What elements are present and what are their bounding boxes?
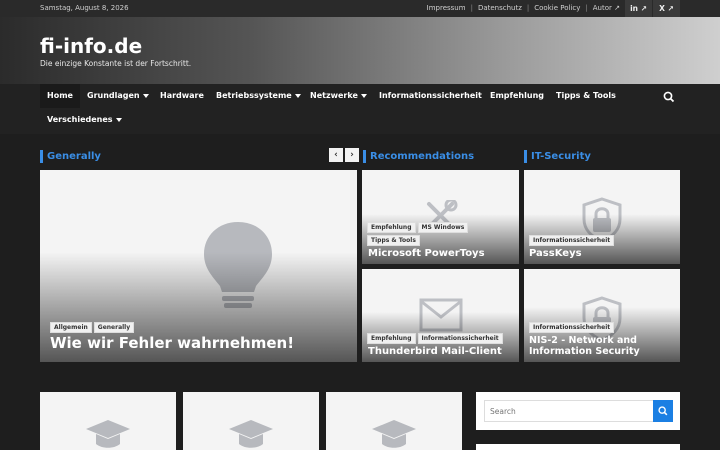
category-tag[interactable]: Informationssicherheit: [529, 322, 615, 333]
x-button[interactable]: X ↗: [652, 0, 680, 17]
linkedin-button[interactable]: in ↗: [624, 0, 652, 17]
post-tags: Empfehlung Informationssicherheit: [367, 333, 503, 344]
datenschutz-link[interactable]: Datenschutz: [478, 4, 522, 12]
caret-down-icon: [360, 93, 367, 98]
post-tags: Informationssicherheit: [529, 235, 615, 246]
category-tag[interactable]: Empfehlung: [367, 333, 416, 344]
social-links: in ↗ X ↗: [624, 0, 680, 17]
featured-post-tags: Allgemein Generally: [50, 322, 135, 333]
section-heading-generally: Generally: [40, 150, 101, 163]
impressum-link[interactable]: Impressum: [427, 4, 466, 12]
x-icon: X: [659, 4, 665, 13]
nav-verschiedenes[interactable]: Verschiedenes: [40, 108, 129, 132]
post-card[interactable]: [40, 392, 176, 450]
section-heading-it-security: IT-Security: [524, 150, 591, 163]
external-link-icon: ↗: [614, 4, 620, 12]
nav-netzwerke[interactable]: Netzwerke: [303, 84, 374, 108]
graduation-cap-icon: [86, 420, 130, 448]
chevron-right-icon[interactable]: ›: [345, 148, 359, 162]
post-title[interactable]: Microsoft PowerToys: [368, 248, 485, 259]
site-title[interactable]: fi-info.de: [40, 34, 142, 58]
top-links: Impressum | Datenschutz | Cookie Policy …: [426, 4, 620, 12]
post-tags: Informationssicherheit: [529, 322, 615, 333]
graduation-cap-icon: [229, 420, 273, 448]
main-navigation: Home Grundlagen Hardware Betriebssysteme…: [0, 84, 720, 134]
post-card-thunderbird[interactable]: Empfehlung Informationssicherheit Thunde…: [362, 269, 519, 362]
slider-controls: ‹ ›: [329, 148, 359, 162]
category-tag[interactable]: Allgemein: [50, 322, 92, 333]
graduation-cap-icon: [372, 420, 416, 448]
category-tag[interactable]: Empfehlung: [367, 222, 416, 233]
section-heading-recommendations: Recommendations: [363, 150, 474, 163]
post-card-powertoys[interactable]: Empfehlung MS Windows Tipps & Tools Micr…: [362, 170, 519, 264]
post-title[interactable]: PassKeys: [529, 248, 582, 259]
search-icon: [658, 406, 668, 416]
caret-down-icon: [115, 117, 122, 122]
nav-betriebssysteme[interactable]: Betriebssysteme: [209, 84, 308, 108]
site-header: fi-info.de Die einzige Konstante ist der…: [0, 17, 720, 84]
post-title[interactable]: Thunderbird Mail-Client: [368, 346, 502, 357]
caret-down-icon: [142, 93, 149, 98]
nav-home[interactable]: Home: [40, 84, 80, 108]
search-input[interactable]: [484, 400, 654, 422]
category-tag[interactable]: Tipps & Tools: [367, 235, 420, 246]
category-tag[interactable]: Generally: [93, 322, 135, 333]
sidebar-search-widget: [476, 392, 680, 430]
cookie-policy-link[interactable]: Cookie Policy: [534, 4, 580, 12]
site-tagline: Die einzige Konstante ist der Fortschrit…: [40, 59, 192, 68]
category-tag[interactable]: Informationssicherheit: [529, 235, 615, 246]
post-title[interactable]: NIS-2 - Network and Information Security: [529, 335, 679, 357]
autor-link[interactable]: Autor ↗: [593, 4, 620, 12]
caret-down-icon: [294, 93, 301, 98]
post-card[interactable]: [326, 392, 462, 450]
post-card-passkeys[interactable]: Informationssicherheit PassKeys: [524, 170, 680, 264]
featured-post-card[interactable]: Allgemein Generally Wie wir Fehler wahrn…: [40, 170, 357, 362]
nav-hardware[interactable]: Hardware: [153, 84, 211, 108]
chevron-left-icon[interactable]: ‹: [329, 148, 343, 162]
category-tag[interactable]: Informationssicherheit: [417, 333, 503, 344]
post-tags: Empfehlung MS Windows Tipps & Tools: [367, 222, 477, 246]
search-button[interactable]: [653, 400, 673, 422]
linkedin-icon: in: [630, 4, 638, 13]
nav-grundlagen[interactable]: Grundlagen: [80, 84, 156, 108]
top-bar: Samstag, August 8, 2026 Impressum | Date…: [0, 0, 720, 17]
nav-tipps-tools[interactable]: Tipps & Tools: [549, 84, 623, 108]
featured-post-title[interactable]: Wie wir Fehler wahrnehmen!: [50, 334, 294, 352]
post-card-nis2[interactable]: Informationssicherheit NIS-2 - Network a…: [524, 269, 680, 362]
category-tag[interactable]: MS Windows: [417, 222, 469, 233]
sidebar-widget: [476, 444, 680, 450]
post-card[interactable]: [183, 392, 319, 450]
nav-empfehlung[interactable]: Empfehlung: [483, 84, 551, 108]
search-icon[interactable]: [662, 90, 676, 104]
nav-informationssicherheit[interactable]: Informationssicherheit: [372, 84, 489, 108]
current-date: Samstag, August 8, 2026: [40, 4, 129, 12]
